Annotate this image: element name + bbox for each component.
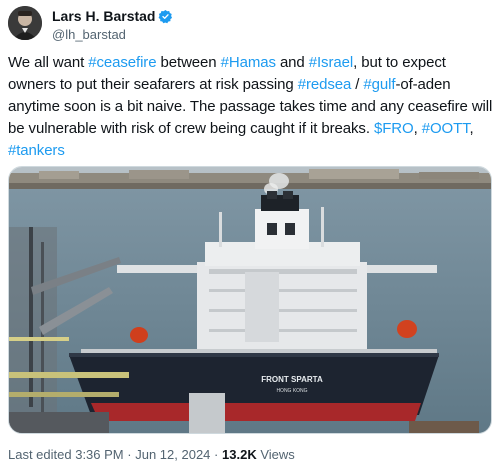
hashtag-link[interactable]: #ceasefire <box>88 54 156 71</box>
hashtag-link[interactable]: #tankers <box>8 142 65 159</box>
hashtag-link[interactable]: #OOTT <box>422 120 470 137</box>
separator: · <box>127 447 132 462</box>
text-segment: We all want <box>8 54 89 71</box>
ship-port-label: HONG KONG <box>276 388 307 394</box>
hashtag-link[interactable]: #Hamas <box>221 54 276 71</box>
tweet-text: We all want #ceasefire between #Hamas an… <box>8 52 494 162</box>
text-segment: between <box>156 54 221 71</box>
text-segment: and <box>275 54 309 71</box>
cashtag-link[interactable]: $FRO <box>374 120 414 137</box>
text-segment: , <box>469 120 474 137</box>
tweet-date[interactable]: Jun 12, 2024 <box>135 447 210 462</box>
author-display-name[interactable]: Lars H. Barstad <box>52 8 155 24</box>
text-segment: , <box>413 120 422 137</box>
views-count: 13.2K <box>222 447 257 462</box>
ship-name-label: FRONT SPARTA <box>261 375 323 384</box>
text-segment: / <box>351 76 364 93</box>
avatar[interactable] <box>8 6 42 40</box>
hashtag-link[interactable]: #Israel <box>309 54 353 71</box>
tweet-photo[interactable]: FRONT SPARTA HONG KONG <box>8 166 492 434</box>
separator: · <box>214 447 219 462</box>
tweet-footer: Last edited 3:36 PM · Jun 12, 2024 · 13.… <box>8 447 295 462</box>
edited-time[interactable]: Last edited 3:36 PM <box>8 447 124 462</box>
views-label: Views <box>260 447 295 462</box>
tweet-header: Lars H. Barstad @lh_barstad <box>8 6 492 46</box>
verified-badge-icon <box>158 9 173 24</box>
hashtag-link[interactable]: #gulf <box>363 76 395 93</box>
hashtag-link[interactable]: #redsea <box>298 76 352 93</box>
author-handle[interactable]: @lh_barstad <box>52 27 173 42</box>
